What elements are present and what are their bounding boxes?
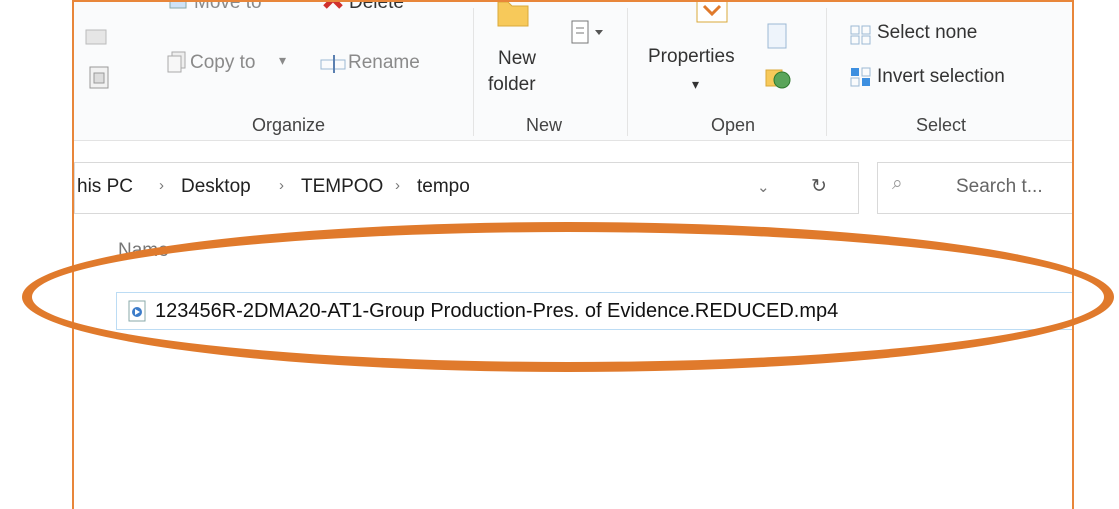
rename-icon[interactable]	[320, 54, 346, 79]
group-separator	[473, 8, 474, 136]
group-label-new: New	[526, 115, 563, 135]
new-folder-button-line2[interactable]: folder	[488, 74, 536, 96]
move-to-icon[interactable]	[168, 2, 190, 17]
select-none-icon[interactable]	[849, 24, 873, 51]
new-folder-icon[interactable]	[496, 2, 530, 33]
history-icon[interactable]	[764, 64, 792, 95]
copy-to-icon[interactable]	[166, 50, 188, 79]
breadcrumb-separator-icon[interactable]: ›	[159, 177, 164, 194]
copy-to-dropdown-icon[interactable]: ▾	[279, 52, 286, 69]
group-label-select: Select	[916, 115, 967, 135]
breadcrumb-desktop[interactable]: Desktop	[181, 176, 251, 198]
file-name[interactable]: 123456R-2DMA20-AT1-Group Production-Pres…	[155, 300, 838, 323]
paste-icon[interactable]	[88, 64, 110, 95]
refresh-icon[interactable]: ↻	[811, 175, 827, 198]
open-document-icon[interactable]	[764, 22, 790, 55]
group-label-organize: Organize	[252, 115, 326, 135]
properties-icon[interactable]	[694, 2, 730, 31]
breadcrumb-separator-icon[interactable]: ›	[395, 177, 400, 194]
copy-to-button[interactable]: Copy to	[190, 52, 255, 74]
column-header-name[interactable]: Name	[118, 240, 169, 262]
move-to-button[interactable]: Move to	[194, 2, 262, 14]
pin-icon[interactable]	[84, 26, 110, 53]
file-row[interactable]: 123456R-2DMA20-AT1-Group Production-Pres…	[116, 292, 1072, 330]
search-input[interactable]: Search t...	[956, 176, 1043, 198]
breadcrumb-tempo[interactable]: tempo	[417, 176, 470, 198]
invert-selection-icon[interactable]	[849, 66, 873, 93]
delete-icon[interactable]	[322, 2, 344, 15]
rename-button[interactable]: Rename	[348, 52, 420, 74]
group-separator	[627, 8, 628, 136]
properties-dropdown-icon[interactable]: ▾	[692, 76, 699, 93]
search-icon: ⌕	[892, 173, 903, 194]
breadcrumb-separator-icon[interactable]: ›	[279, 177, 284, 194]
explorer-window: Move to Delete Copy to ▾ Rename Organize…	[72, 0, 1074, 509]
invert-selection-button[interactable]: Invert selection	[877, 66, 1005, 88]
breadcrumb-this-pc[interactable]: his PC	[77, 176, 133, 198]
ribbon: Move to Delete Copy to ▾ Rename Organize…	[74, 2, 1072, 141]
select-none-button[interactable]: Select none	[877, 22, 977, 44]
delete-button[interactable]: Delete	[349, 2, 404, 14]
address-bar[interactable]: his PC › Desktop › TEMPOO › tempo ⌄ ↻	[74, 162, 859, 214]
new-folder-button-line1[interactable]: New	[498, 48, 536, 70]
group-label-open: Open	[711, 115, 756, 135]
breadcrumb-tempoo[interactable]: TEMPOO	[301, 176, 383, 198]
group-separator	[826, 8, 827, 136]
search-box[interactable]: ⌕ Search t...	[877, 162, 1072, 214]
video-file-icon	[127, 300, 149, 327]
address-dropdown-icon[interactable]: ⌄	[757, 178, 770, 196]
new-item-icon[interactable]	[568, 18, 608, 51]
properties-button[interactable]: Properties	[648, 46, 735, 68]
